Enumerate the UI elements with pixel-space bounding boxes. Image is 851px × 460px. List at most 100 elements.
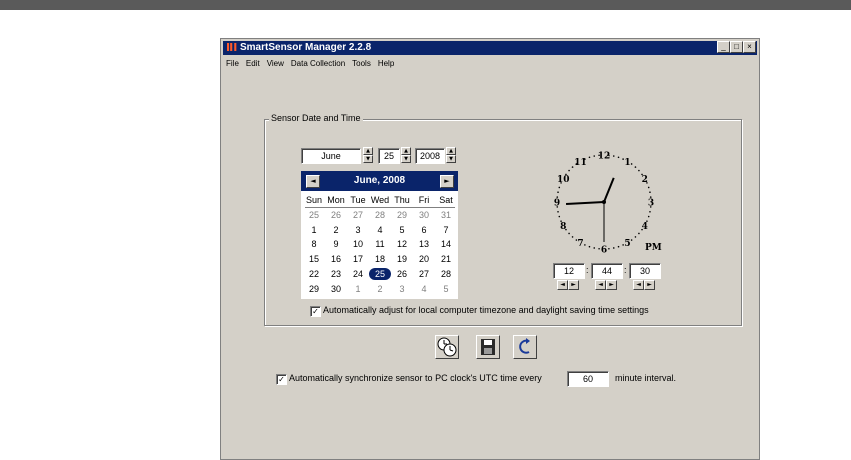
- calendar-day[interactable]: 5: [391, 224, 413, 236]
- minute-arrows[interactable]: ◄ ►: [595, 280, 617, 290]
- clock-tick: [588, 156, 591, 159]
- calendar-day[interactable]: 11: [369, 238, 391, 250]
- calendar-day[interactable]: 5: [435, 283, 457, 295]
- calendar-day[interactable]: 20: [413, 253, 435, 265]
- menu-help[interactable]: Help: [378, 59, 394, 68]
- menu-view[interactable]: View: [267, 59, 284, 68]
- menu-bar: File Edit View Data Collection Tools Help: [223, 57, 398, 71]
- clock-tick: [557, 191, 559, 194]
- calendar-day[interactable]: 17: [347, 253, 369, 265]
- year-field[interactable]: 2008: [415, 148, 445, 164]
- minute-field[interactable]: 44: [591, 263, 623, 279]
- prev-month-button[interactable]: ◄: [306, 175, 320, 188]
- calendar-day[interactable]: 14: [435, 238, 457, 250]
- next-month-button[interactable]: ►: [440, 175, 454, 188]
- weekday-header: Mon: [327, 195, 345, 205]
- calendar-day[interactable]: 2: [325, 224, 347, 236]
- calendar-day[interactable]: 1: [303, 224, 325, 236]
- calendar-day[interactable]: 9: [325, 238, 347, 250]
- calendar-day[interactable]: 3: [347, 224, 369, 236]
- app-window: ⅡⅠ SmartSensor Manager 2.2.8 _ □ × File E…: [220, 38, 760, 460]
- save-button[interactable]: [476, 335, 500, 359]
- minimize-button[interactable]: _: [717, 41, 730, 53]
- calendar-day[interactable]: 10: [347, 238, 369, 250]
- clock-tick: [638, 232, 640, 235]
- group-label: Sensor Date and Time: [269, 113, 363, 123]
- sync-clock-button[interactable]: [435, 335, 459, 359]
- calendar-day[interactable]: 8: [303, 238, 325, 250]
- calendar-day-selected[interactable]: 25: [369, 267, 391, 280]
- hour-field[interactable]: 12: [553, 263, 585, 279]
- maximize-button[interactable]: □: [730, 41, 743, 53]
- refresh-icon: [519, 338, 530, 354]
- day-spinner[interactable]: ▲ ▼: [401, 147, 411, 163]
- calendar-day[interactable]: 26: [391, 268, 413, 280]
- clock-numeral: 10: [557, 175, 570, 185]
- calendar-day[interactable]: 27: [413, 268, 435, 280]
- menu-data-collection[interactable]: Data Collection: [291, 59, 345, 68]
- minute-hand: [565, 201, 605, 205]
- hour-arrows[interactable]: ◄ ►: [557, 280, 579, 290]
- calendar-day[interactable]: 7: [435, 224, 457, 236]
- calendar-day[interactable]: 26: [325, 209, 347, 221]
- calendar-day[interactable]: 30: [325, 283, 347, 295]
- menu-edit[interactable]: Edit: [246, 59, 260, 68]
- calendar-day[interactable]: 1: [347, 283, 369, 295]
- close-button[interactable]: ×: [743, 41, 756, 53]
- second-arrows[interactable]: ◄ ►: [633, 280, 655, 290]
- calendar-day[interactable]: 12: [391, 238, 413, 250]
- refresh-button[interactable]: [513, 335, 537, 359]
- calendar-day[interactable]: 15: [303, 253, 325, 265]
- ampm-label: PM: [645, 243, 662, 253]
- clock-numeral: 9: [554, 199, 560, 209]
- calendar-day[interactable]: 19: [391, 253, 413, 265]
- month-field[interactable]: June: [301, 148, 361, 164]
- calendar-day[interactable]: 31: [435, 209, 457, 221]
- weekday-header: Fri: [418, 195, 430, 205]
- calendar-day[interactable]: 13: [413, 238, 435, 250]
- calendar-day[interactable]: 3: [391, 283, 413, 295]
- clock-tick: [647, 215, 650, 218]
- calendar-day[interactable]: 28: [369, 209, 391, 221]
- month-spinner[interactable]: ▲ ▼: [363, 147, 373, 163]
- weekday-header: Tue: [350, 195, 366, 205]
- calendar-day[interactable]: 30: [413, 209, 435, 221]
- title-bar: ⅡⅠ SmartSensor Manager 2.2.8: [223, 41, 757, 55]
- calendar-day[interactable]: 28: [435, 268, 457, 280]
- calendar-day[interactable]: 23: [325, 268, 347, 280]
- clock-tick: [617, 156, 620, 159]
- sync-interval-field[interactable]: 60: [567, 371, 609, 387]
- calendar-day[interactable]: 21: [435, 253, 457, 265]
- calendar-day[interactable]: 6: [413, 224, 435, 236]
- calendar-day[interactable]: 4: [413, 283, 435, 295]
- calendar-day[interactable]: 22: [303, 268, 325, 280]
- menu-tools[interactable]: Tools: [352, 59, 371, 68]
- second-field[interactable]: 30: [629, 263, 661, 279]
- calendar-day[interactable]: 18: [369, 253, 391, 265]
- clock-numeral: 4: [642, 222, 648, 232]
- clock-tick: [630, 239, 633, 241]
- menu-file[interactable]: File: [226, 59, 239, 68]
- calendar-day[interactable]: 27: [347, 209, 369, 221]
- calendar-day[interactable]: 4: [369, 224, 391, 236]
- calendar-day[interactable]: 29: [303, 283, 325, 295]
- calendar-day[interactable]: 29: [391, 209, 413, 221]
- calendar-day[interactable]: 16: [325, 253, 347, 265]
- calendar-divider: [305, 207, 455, 208]
- clock-numeral: 7: [577, 239, 583, 249]
- calendar-day[interactable]: 25: [303, 209, 325, 221]
- clock-tick: [571, 166, 574, 168]
- year-spinner[interactable]: ▲ ▼: [446, 147, 456, 163]
- clock-tick: [568, 169, 570, 172]
- clock-numeral: 1: [624, 158, 630, 168]
- page-top-bar: [0, 0, 851, 10]
- clock-center: [602, 200, 606, 204]
- clock-tick: [598, 247, 600, 250]
- calendar-day[interactable]: 24: [347, 268, 369, 280]
- auto-adjust-checkbox[interactable]: ✓: [310, 306, 321, 317]
- clock-tick: [634, 236, 637, 238]
- auto-sync-checkbox[interactable]: ✓: [276, 374, 287, 385]
- calendar-day[interactable]: 2: [369, 283, 391, 295]
- day-field[interactable]: 25: [378, 148, 400, 164]
- clock-tick: [649, 191, 651, 194]
